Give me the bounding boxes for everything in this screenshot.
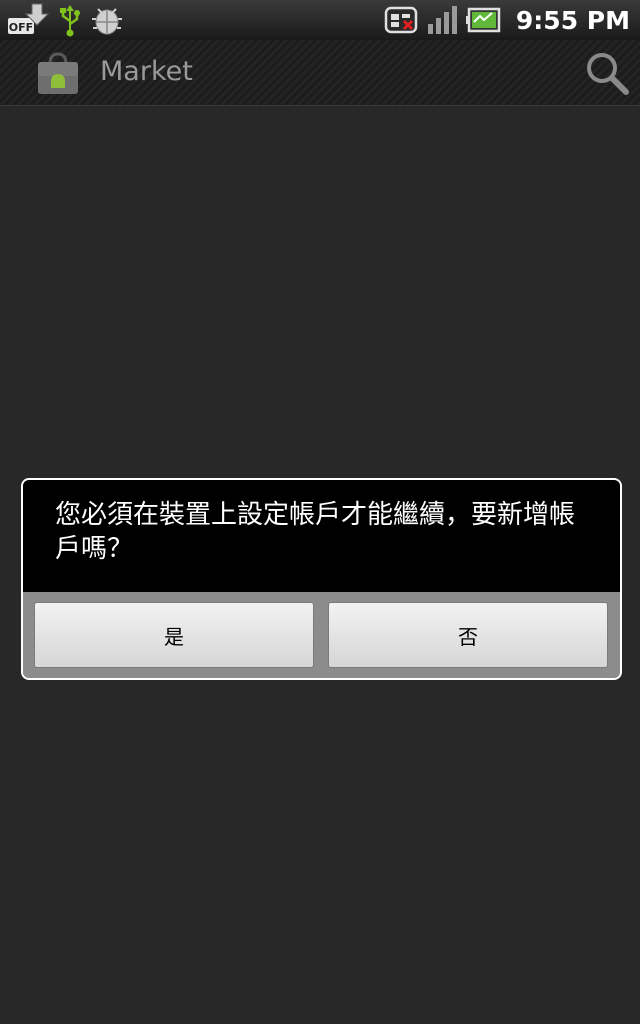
dialog-button-bar: 是 否 [23,592,620,678]
market-bag-icon [34,50,82,96]
sim-icon [384,5,418,35]
status-time: 9:55 PM [515,5,630,35]
debug-icon [90,3,124,37]
title-bar: Market [0,40,640,106]
usb-icon [58,3,82,37]
search-icon[interactable] [584,50,630,96]
off-badge-label: OFF [9,21,33,34]
battery-icon [465,6,502,34]
off-download-icon: OFF [6,2,50,38]
dialog-body: 您必須在裝置上設定帳戶才能繼續，要新增帳戶嗎？ 是 否 [23,480,620,678]
confirm-dialog: 您必須在裝置上設定帳戶才能繼續，要新增帳戶嗎？ 是 否 [21,478,622,680]
no-button[interactable]: 否 [328,602,608,668]
signal-icon [426,4,458,36]
status-bar-left: OFF [6,0,124,40]
status-bar: OFF 9:55 PM [0,0,640,40]
app-title: Market [100,56,193,87]
dialog-message-area: 您必須在裝置上設定帳戶才能繼續，要新增帳戶嗎？ [23,480,620,592]
screen: OFF 9:55 PM Market 您必須在裝置上設定帳戶才能繼續，要新增帳戶… [0,0,640,1024]
yes-button[interactable]: 是 [34,602,314,668]
status-bar-right: 9:55 PM [384,0,630,40]
dialog-message: 您必須在裝置上設定帳戶才能繼續，要新增帳戶嗎？ [55,500,576,564]
